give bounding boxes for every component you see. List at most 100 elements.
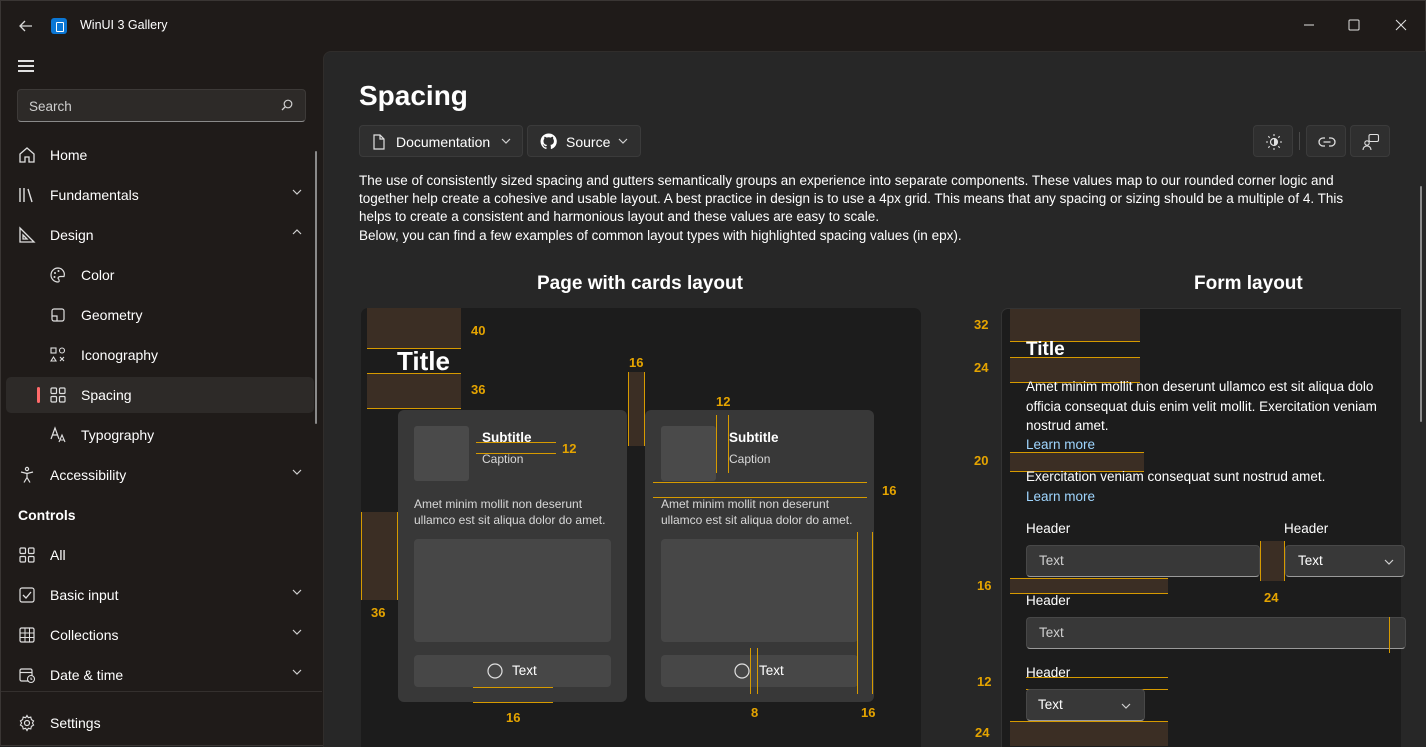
theme-brightness-icon <box>1266 134 1282 150</box>
spacing-line <box>367 408 461 409</box>
design-ruler-icon <box>19 226 36 243</box>
sidebar-scrollbar[interactable] <box>315 151 317 424</box>
description-line: The use of consistently sized spacing an… <box>359 173 1334 188</box>
nav-label-home: Home <box>50 147 88 163</box>
documentation-button[interactable]: Documentation <box>359 125 523 157</box>
nav-item-fundamentals[interactable]: Fundamentals <box>6 177 314 213</box>
table-icon <box>19 627 35 643</box>
combo-box-2[interactable]: Text <box>1026 689 1145 721</box>
geometry-icon <box>51 308 65 322</box>
nav-label-design: Design <box>50 227 94 243</box>
card-button-label: Text <box>759 663 784 678</box>
nav-item-spacing[interactable]: Spacing <box>6 377 314 413</box>
chevron-down-icon <box>292 589 302 595</box>
combo-box-value: Text <box>1038 697 1063 712</box>
nav-item-color[interactable]: Color <box>6 257 314 293</box>
title-bar: WinUI 3 Gallery <box>1 1 1426 49</box>
spacing-line <box>473 687 553 688</box>
spacing-line <box>1389 617 1390 653</box>
spacing-highlight <box>1010 579 1168 593</box>
text-field-1[interactable]: Text <box>1026 545 1260 577</box>
search-input[interactable]: Search <box>29 99 72 114</box>
spacing-line <box>716 415 717 473</box>
toolbar-separator <box>1299 132 1300 150</box>
card-thumbnail <box>414 426 469 481</box>
feedback-button[interactable] <box>1350 125 1390 157</box>
spacing-line <box>1026 677 1168 678</box>
chevron-up-icon <box>292 229 302 235</box>
app-window: WinUI 3 Gallery Search Home Fundamentals… <box>0 0 1426 747</box>
card-subtitle: Subtitle <box>729 430 779 445</box>
form-paragraph-line: officia consequat duis enim velit mollit… <box>1026 398 1377 414</box>
document-icon <box>373 134 385 150</box>
nav-item-accessibility[interactable]: Accessibility <box>6 457 314 493</box>
spacing-line <box>757 648 758 694</box>
library-icon <box>19 188 33 203</box>
nav-label-settings: Settings <box>50 715 101 731</box>
form-paragraph-line: nostrud amet. <box>1026 418 1109 433</box>
spacing-label-icon-gap: 8 <box>751 705 759 720</box>
nav-item-date-time[interactable]: Date & time <box>6 657 314 693</box>
spacing-label-below-title: 36 <box>471 382 486 397</box>
spacing-label-right-bottom: 16 <box>861 705 876 720</box>
spacing-highlight <box>367 374 461 408</box>
minimize-button[interactable] <box>1286 9 1332 41</box>
card-2: Subtitle Caption Amet minim mollit non d… <box>645 410 874 702</box>
form-layout-diagram: Title Amet minim mollit non deserunt ull… <box>1001 308 1406 747</box>
search-icon[interactable] <box>281 99 293 111</box>
learn-more-link[interactable]: Learn more <box>1026 437 1095 452</box>
color-palette-icon <box>50 267 65 283</box>
spacing-line <box>628 372 629 446</box>
nav-item-typography[interactable]: Typography <box>6 417 314 453</box>
close-button[interactable] <box>1378 9 1424 41</box>
card-body-line: ullamco est sit aliqua dolor do amet. <box>661 513 853 527</box>
combo-box-1[interactable]: Text <box>1285 545 1405 577</box>
learn-more-link-2[interactable]: Learn more <box>1026 489 1095 504</box>
sidebar-divider <box>1 691 322 692</box>
description-line: Below, you can find a few examples of co… <box>359 227 962 243</box>
card-caption: Caption <box>482 452 524 466</box>
card-button-label: Text <box>512 663 537 678</box>
nav-item-home[interactable]: Home <box>6 137 314 173</box>
hamburger-menu-button[interactable] <box>18 60 34 72</box>
search-box[interactable]: Search <box>17 89 306 122</box>
window-title: WinUI 3 Gallery <box>80 18 168 32</box>
theme-toggle-button[interactable] <box>1253 125 1293 157</box>
nav-item-all[interactable]: All <box>6 537 314 573</box>
nav-item-settings[interactable]: Settings <box>6 705 314 741</box>
nav-item-geometry[interactable]: Geometry <box>6 297 314 333</box>
copy-link-button[interactable] <box>1306 125 1346 157</box>
back-button[interactable] <box>13 13 39 39</box>
text-field-2[interactable]: Text <box>1026 617 1406 649</box>
circle-icon <box>487 663 503 679</box>
card-caption: Caption <box>729 452 771 466</box>
spacing-label-card2-inner: 12 <box>716 394 731 409</box>
spacing-highlight <box>1010 722 1168 746</box>
selection-indicator <box>37 387 40 403</box>
spacing-line <box>857 532 858 694</box>
spacing-grid-icon <box>50 387 66 403</box>
nav-item-iconography[interactable]: Iconography <box>6 337 314 373</box>
card-2-button[interactable]: Text <box>661 655 858 687</box>
chevron-down-icon <box>292 189 302 195</box>
maximize-button[interactable] <box>1331 9 1377 41</box>
circle-icon <box>734 663 750 679</box>
field-header: Header <box>1026 521 1071 536</box>
iconography-icon <box>50 347 66 362</box>
nav-label-basic-input: Basic input <box>50 587 119 603</box>
content-scrollbar[interactable] <box>1420 186 1422 422</box>
card-1-button[interactable]: Text <box>414 655 611 687</box>
feedback-icon <box>1362 133 1380 151</box>
nav-section-controls: Controls <box>18 507 76 523</box>
nav-item-design[interactable]: Design <box>6 217 314 253</box>
source-button[interactable]: Source <box>527 125 641 157</box>
gear-icon <box>19 714 35 732</box>
card-body-line: Amet minim mollit non deserunt <box>661 497 830 511</box>
nav-item-collections[interactable]: Collections <box>6 617 314 653</box>
cards-layout-heading: Page with cards layout <box>537 273 743 294</box>
form-paragraph-2: Exercitation veniam consequat sunt nostr… <box>1026 469 1326 484</box>
nav-item-basic-input[interactable]: Basic input <box>6 577 314 613</box>
typography-icon <box>50 426 66 443</box>
chevron-down-icon <box>618 138 628 144</box>
card-thumbnail <box>661 426 716 481</box>
